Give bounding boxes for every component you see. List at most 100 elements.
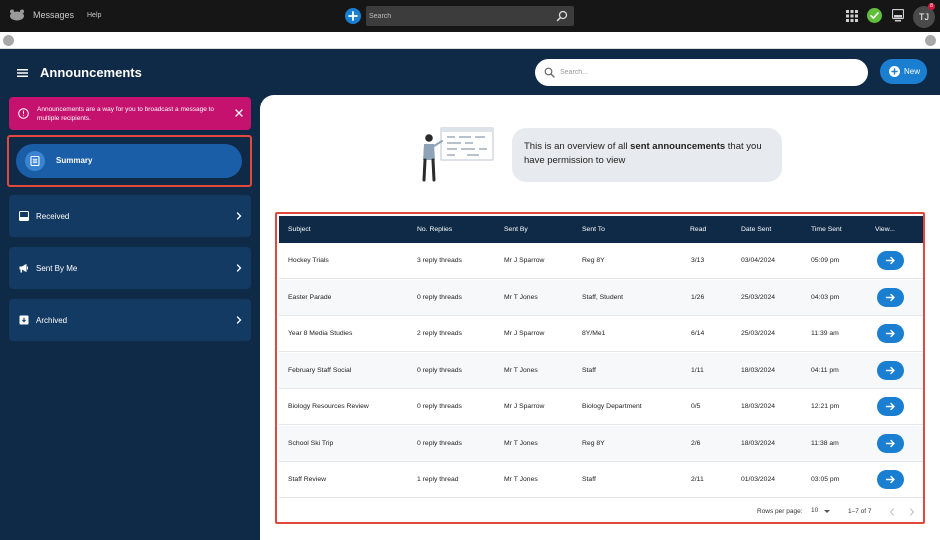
app-title: Messages: [33, 10, 75, 20]
view-button[interactable]: [877, 360, 904, 380]
cell-sent-by: Mr T Jones: [504, 293, 538, 301]
quick-add-button[interactable]: [345, 8, 361, 24]
cell-sent-to: Staff, Student: [582, 293, 624, 301]
new-announcement-button[interactable]: New: [880, 59, 927, 84]
apps-grid-icon[interactable]: [846, 10, 858, 22]
sent-announcements-table: Subject No. Replies Sent By Sent To Read Date…: [275, 212, 925, 524]
cell-subject: February Staff Social: [288, 366, 352, 374]
rows-per-page-select[interactable]: 10: [811, 507, 833, 517]
arrow-right-icon: [885, 329, 895, 338]
cell-read: 1/26: [691, 293, 705, 301]
cell-date: 18/03/2024: [741, 366, 776, 374]
sidebar-item-received[interactable]: Received: [9, 195, 251, 237]
monitor-icon[interactable]: [892, 9, 904, 22]
view-button[interactable]: [877, 287, 904, 307]
next-page-icon[interactable]: [908, 507, 916, 517]
cell-sent-by: Mr T Jones: [504, 476, 538, 483]
arrow-right-icon: [885, 256, 895, 265]
column-header: Time Sent: [811, 226, 842, 233]
cell-replies: 1 reply thread: [417, 476, 459, 483]
rows-per-page-value: 10: [811, 507, 819, 514]
info-alert: Announcements are a way for you to broad…: [9, 97, 251, 130]
cell-sent-to: Reg 8Y: [582, 439, 605, 447]
table-row[interactable]: Staff Review 1 reply thread Mr T Jones Staf…: [279, 462, 923, 498]
expand-icon[interactable]: [925, 35, 936, 46]
cell-subject: School Ski Trip: [288, 439, 334, 447]
close-tab-icon[interactable]: [3, 35, 14, 46]
plus-icon: [889, 66, 900, 77]
cell-time: 04:03 pm: [811, 293, 840, 301]
help-link[interactable]: Help: [87, 12, 101, 19]
overview-bubble: This is an overview of all sent announce…: [512, 128, 782, 182]
cell-replies: 0 reply threads: [417, 403, 462, 410]
global-search: [366, 6, 574, 26]
cell-read: 3/13: [691, 257, 705, 264]
sidebar-item-label: Received: [36, 212, 70, 221]
chevron-down-icon: [824, 510, 830, 513]
cell-date: 18/03/2024: [741, 403, 776, 410]
cell-time: 12:21 pm: [811, 403, 840, 410]
table-row[interactable]: Biology Resources Review 0 reply threads M…: [279, 389, 923, 425]
table-row[interactable]: Easter Parade 0 reply threads Mr T Jones St…: [279, 279, 923, 316]
cell-date: 25/03/2024: [741, 330, 776, 337]
top-bar: Messages Help TJ 8: [0, 0, 940, 32]
table-row[interactable]: School Ski Trip 0 reply threads Mr T Jones…: [279, 425, 923, 462]
cell-subject: Staff Review: [288, 476, 327, 483]
cell-replies: 3 reply threads: [417, 257, 462, 264]
status-check-icon[interactable]: [867, 8, 882, 23]
main-content: This is an overview of all sent announce…: [260, 95, 940, 540]
chevron-right-icon: [236, 212, 242, 220]
cell-time: 05:09 pm: [811, 257, 840, 264]
sidebar-item-label: Summary: [56, 156, 93, 165]
rows-per-page-label: Rows per page:: [757, 508, 803, 515]
cell-read: 1/11: [691, 366, 704, 374]
close-icon[interactable]: [235, 109, 243, 117]
table-row[interactable]: Year 8 Media Studies 2 reply threads Mr J …: [279, 316, 923, 352]
cell-time: 03:05 pm: [811, 476, 840, 483]
cell-sent-to: Reg 8Y: [582, 257, 605, 264]
cell-replies: 0 reply threads: [417, 366, 462, 374]
page-range: 1–7 of 7: [848, 508, 872, 515]
search-icon[interactable]: [556, 10, 568, 22]
cell-replies: 0 reply threads: [417, 293, 462, 301]
cell-date: 03/04/2024: [741, 257, 776, 264]
menu-icon[interactable]: [17, 69, 28, 77]
cell-subject: Year 8 Media Studies: [288, 330, 353, 337]
column-header: Date Sent: [741, 226, 772, 233]
column-header: Sent To: [582, 226, 605, 233]
view-button[interactable]: [877, 397, 904, 416]
sidebar-item-summary[interactable]: Summary: [16, 144, 242, 178]
global-search-input[interactable]: [369, 9, 549, 23]
sidebar-item-sent-by-me[interactable]: Sent By Me: [9, 247, 251, 289]
archive-icon: [19, 315, 29, 325]
bookmark-strip: [0, 32, 940, 49]
cell-replies: 2 reply threads: [417, 330, 462, 337]
cell-sent-by: Mr J Sparrow: [504, 330, 545, 337]
chevron-right-icon: [236, 316, 242, 324]
sidebar-item-archived[interactable]: Archived: [9, 299, 251, 341]
arrow-right-icon: [885, 439, 895, 447]
presenter-illustration: [422, 127, 494, 182]
view-button[interactable]: [877, 470, 904, 489]
cell-date: 25/03/2024: [741, 293, 776, 301]
announcement-search-input[interactable]: [560, 65, 850, 80]
previous-page-icon[interactable]: [888, 507, 896, 517]
arrow-right-icon: [885, 402, 895, 411]
table-row[interactable]: Hockey Trials 3 reply threads Mr J Sparrow…: [279, 243, 923, 279]
cell-time: 11:39 am: [811, 330, 839, 337]
alert-message: Announcements are a way for you to broad…: [37, 106, 215, 122]
cell-sent-to: 8Y/Me1: [582, 330, 606, 337]
cell-sent-by: Mr T Jones: [504, 366, 538, 374]
view-button[interactable]: [877, 324, 904, 343]
info-icon: [18, 108, 29, 119]
column-header: No. Replies: [417, 226, 453, 233]
sidebar-item-label: Sent By Me: [36, 264, 78, 273]
sidebar: Announcements are a way for you to broad…: [0, 95, 260, 540]
table-row[interactable]: February Staff Social 0 reply threads Mr T…: [279, 352, 923, 389]
cell-time: 04:11 pm: [811, 366, 839, 374]
view-button[interactable]: [877, 433, 904, 453]
view-button[interactable]: [877, 251, 904, 270]
cell-sent-to: Biology Department: [582, 403, 642, 410]
table-pagination: Rows per page: 10 1–7 of 7: [279, 499, 923, 524]
arrow-right-icon: [885, 293, 895, 301]
